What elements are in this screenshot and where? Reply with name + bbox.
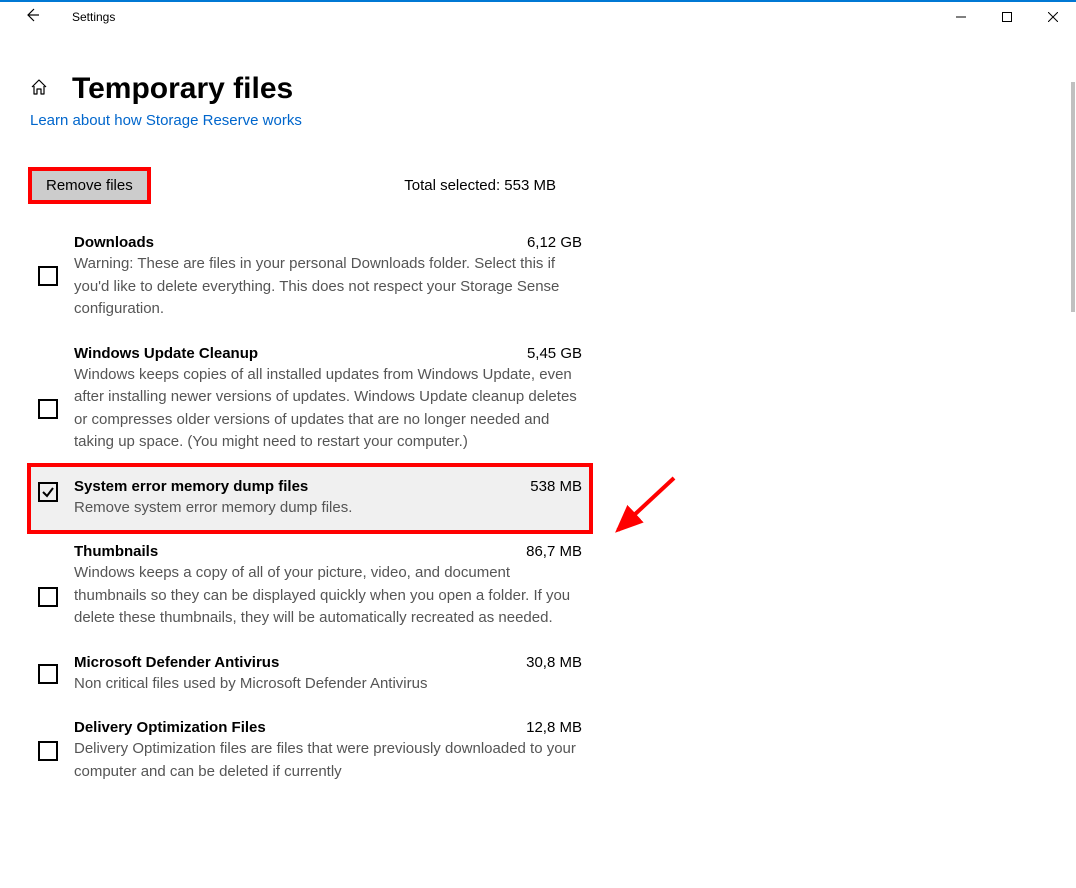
item-size: 5,45 GB xyxy=(527,345,582,362)
maximize-button[interactable] xyxy=(984,2,1030,32)
item-title: Downloads xyxy=(74,234,154,251)
back-button[interactable] xyxy=(16,3,48,32)
item-desc: Remove system error memory dump files. xyxy=(74,497,582,520)
titlebar: Settings xyxy=(0,2,1076,32)
temp-files-list: Downloads 6,12 GB Warning: These are fil… xyxy=(0,222,1076,795)
item-desc: Warning: These are files in your persona… xyxy=(74,253,582,321)
checkbox-thumbnails[interactable] xyxy=(38,587,58,607)
list-item-system-error-dump[interactable]: System error memory dump files 538 MB Re… xyxy=(30,466,590,532)
checkbox-defender[interactable] xyxy=(38,664,58,684)
list-item-windows-update[interactable]: Windows Update Cleanup 5,45 GB Windows k… xyxy=(30,333,590,466)
item-title: System error memory dump files xyxy=(74,478,308,495)
item-size: 538 MB xyxy=(530,478,582,495)
checkmark-icon xyxy=(41,485,55,499)
checkbox-system-error-dump[interactable] xyxy=(38,482,58,502)
remove-files-button[interactable]: Remove files xyxy=(30,169,149,202)
item-size: 30,8 MB xyxy=(526,654,582,671)
close-button[interactable] xyxy=(1030,2,1076,32)
list-item-downloads[interactable]: Downloads 6,12 GB Warning: These are fil… xyxy=(30,222,590,333)
window-controls xyxy=(938,2,1076,32)
page-header: Temporary files xyxy=(0,32,1076,114)
item-desc: Non critical files used by Microsoft Def… xyxy=(74,673,582,696)
checkbox-windows-update[interactable] xyxy=(38,399,58,419)
minimize-button[interactable] xyxy=(938,2,984,32)
item-title: Windows Update Cleanup xyxy=(74,345,258,362)
item-desc: Delivery Optimization files are files th… xyxy=(74,738,582,783)
item-desc: Windows keeps a copy of all of your pict… xyxy=(74,562,582,630)
scrollbar[interactable] xyxy=(1071,82,1075,312)
item-title: Delivery Optimization Files xyxy=(74,719,266,736)
item-title: Microsoft Defender Antivirus xyxy=(74,654,279,671)
home-icon[interactable] xyxy=(30,78,48,101)
app-name: Settings xyxy=(72,10,115,24)
action-row: Remove files Total selected: 553 MB xyxy=(0,129,1076,222)
list-item-delivery-optimization[interactable]: Delivery Optimization Files 12,8 MB Deli… xyxy=(30,707,590,795)
item-size: 86,7 MB xyxy=(526,543,582,560)
item-desc: Windows keeps copies of all installed up… xyxy=(74,364,582,454)
item-size: 6,12 GB xyxy=(527,234,582,251)
checkbox-delivery-optimization[interactable] xyxy=(38,741,58,761)
checkbox-downloads[interactable] xyxy=(38,266,58,286)
item-size: 12,8 MB xyxy=(526,719,582,736)
item-title: Thumbnails xyxy=(74,543,158,560)
page-title: Temporary files xyxy=(72,72,293,106)
list-item-thumbnails[interactable]: Thumbnails 86,7 MB Windows keeps a copy … xyxy=(30,531,590,642)
list-item-defender[interactable]: Microsoft Defender Antivirus 30,8 MB Non… xyxy=(30,642,590,708)
total-selected-label: Total selected: 553 MB xyxy=(404,177,556,194)
storage-reserve-link[interactable]: Learn about how Storage Reserve works xyxy=(0,112,1076,129)
